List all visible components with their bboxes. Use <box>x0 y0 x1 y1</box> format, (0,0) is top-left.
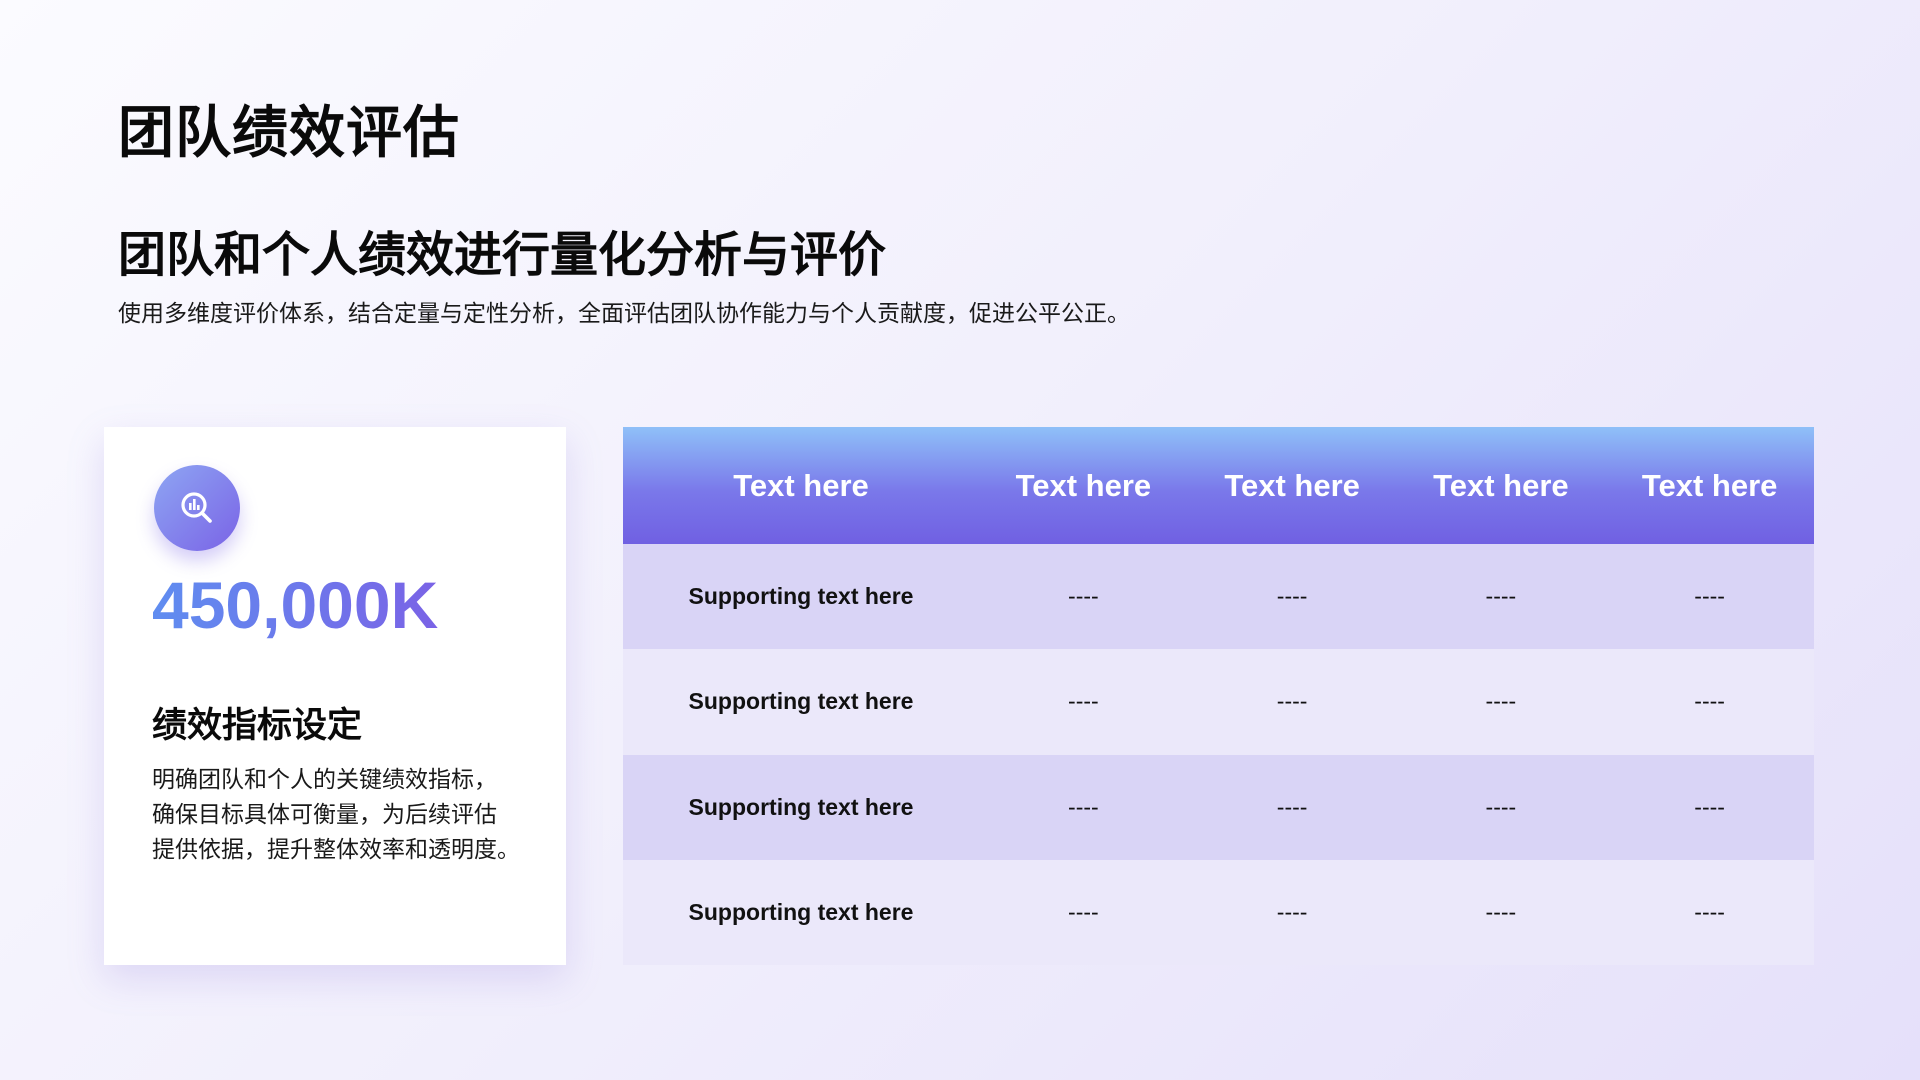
table-cell: Supporting text here <box>688 688 914 715</box>
table-row: Supporting text here ---- ---- ---- ---- <box>623 754 1814 860</box>
table-cell: ---- <box>1068 583 1099 610</box>
table-cell: ---- <box>1694 583 1725 610</box>
table-header-cell: Text here <box>1015 467 1152 503</box>
table-header-cell: Text here <box>1224 467 1360 503</box>
table-header-cell: Text here <box>1433 467 1569 503</box>
card-body-line: 明确团队和个人的关键绩效指标， <box>152 767 497 793</box>
table-cell: ---- <box>1694 898 1725 925</box>
table-cell: ---- <box>1485 583 1517 610</box>
table-cell: Supporting text here <box>688 583 914 610</box>
table-cell: ---- <box>1485 793 1517 820</box>
table-header: Text here Text here Text here Text here … <box>623 427 1814 544</box>
table-cell: ---- <box>1068 688 1099 715</box>
table-row: Supporting text here ---- ---- ---- ---- <box>623 859 1814 965</box>
page-description: 使用多维度评价体系，结合定量与定性分析，全面评估团队协作能力与个人贡献度，促进公… <box>118 301 1130 327</box>
card-body: 明确团队和个人的关键绩效指标， 确保目标具体可衡量，为后续评估 提供依据，提升整… <box>152 763 542 868</box>
table-row: Supporting text here ---- ---- ---- ---- <box>623 544 1814 650</box>
table-cell: Supporting text here <box>688 793 914 820</box>
card-heading: 绩效指标设定 <box>152 706 363 746</box>
table-row: Supporting text here ---- ---- ---- ---- <box>623 649 1814 755</box>
card-body-line: 确保目标具体可衡量，为后续评估 <box>152 802 497 828</box>
table-header-cell: Text here <box>733 467 869 503</box>
table-cell: ---- <box>1068 793 1099 820</box>
card-body-line: 提供依据，提升整体效率和透明度。 <box>152 837 520 863</box>
table-header-cell: Text here <box>1641 467 1778 503</box>
analytics-search-icon <box>154 465 240 551</box>
table-cell: ---- <box>1694 793 1725 820</box>
kpi-value: 450,000K <box>152 568 439 642</box>
page-subtitle: 团队和个人绩效进行量化分析与评价 <box>118 227 887 283</box>
table-cell: ---- <box>1276 793 1308 820</box>
table-cell: ---- <box>1485 688 1517 715</box>
table-cell: ---- <box>1694 688 1725 715</box>
page-title: 团队绩效评估 <box>118 101 460 166</box>
table-cell: ---- <box>1068 898 1099 925</box>
table-cell: ---- <box>1276 688 1308 715</box>
table-cell: ---- <box>1485 898 1517 925</box>
data-table: Text here Text here Text here Text here … <box>623 427 1814 965</box>
table-cell: Supporting text here <box>688 898 914 925</box>
table-cell: ---- <box>1276 583 1308 610</box>
table-cell: ---- <box>1276 898 1308 925</box>
kpi-card: 450,000K 绩效指标设定 明确团队和个人的关键绩效指标， 确保目标具体可衡… <box>104 427 566 965</box>
